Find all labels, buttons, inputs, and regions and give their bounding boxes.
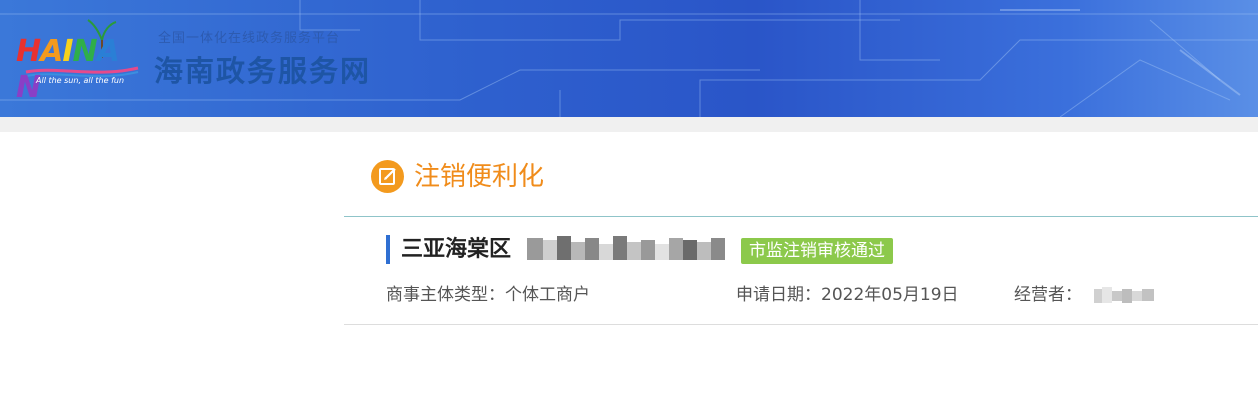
logo-slogan: All the sun, all the fun <box>36 76 125 85</box>
edit-icon <box>371 160 404 193</box>
logo-wordmark: HAINAN <box>16 34 120 105</box>
site-header: HAINAN All the sun, all the fun 全国一体化在线政… <box>0 0 1258 117</box>
section-title: 注销便利化 <box>414 162 545 192</box>
apply-date-label: 申请日期： <box>736 285 821 305</box>
redacted-name <box>527 236 725 260</box>
entity-type-value: 个体工商户 <box>505 285 590 305</box>
site-subtitle: 全国一体化在线政务服务平台 <box>158 31 341 46</box>
hainan-logo[interactable]: HAINAN All the sun, all the fun <box>16 18 141 105</box>
item-accent-bar <box>386 235 390 264</box>
entity-type: 商事主体类型：个体工商户 <box>386 283 590 307</box>
apply-date-value: 2022年05月19日 <box>821 285 959 305</box>
section-divider <box>344 216 1258 217</box>
item-name[interactable]: 三亚海棠区 <box>401 235 511 265</box>
site-title[interactable]: 海南政务服务网 <box>154 48 371 90</box>
entity-type-label: 商事主体类型： <box>386 285 505 305</box>
operator: 经营者： <box>1014 283 1082 307</box>
header-divider <box>0 117 1258 132</box>
operator-label: 经营者： <box>1014 285 1082 305</box>
redacted-operator <box>1094 287 1154 303</box>
status-badge: 市监注销审核通过 <box>741 238 893 264</box>
apply-date: 申请日期：2022年05月19日 <box>736 283 959 307</box>
item-divider <box>344 324 1258 325</box>
